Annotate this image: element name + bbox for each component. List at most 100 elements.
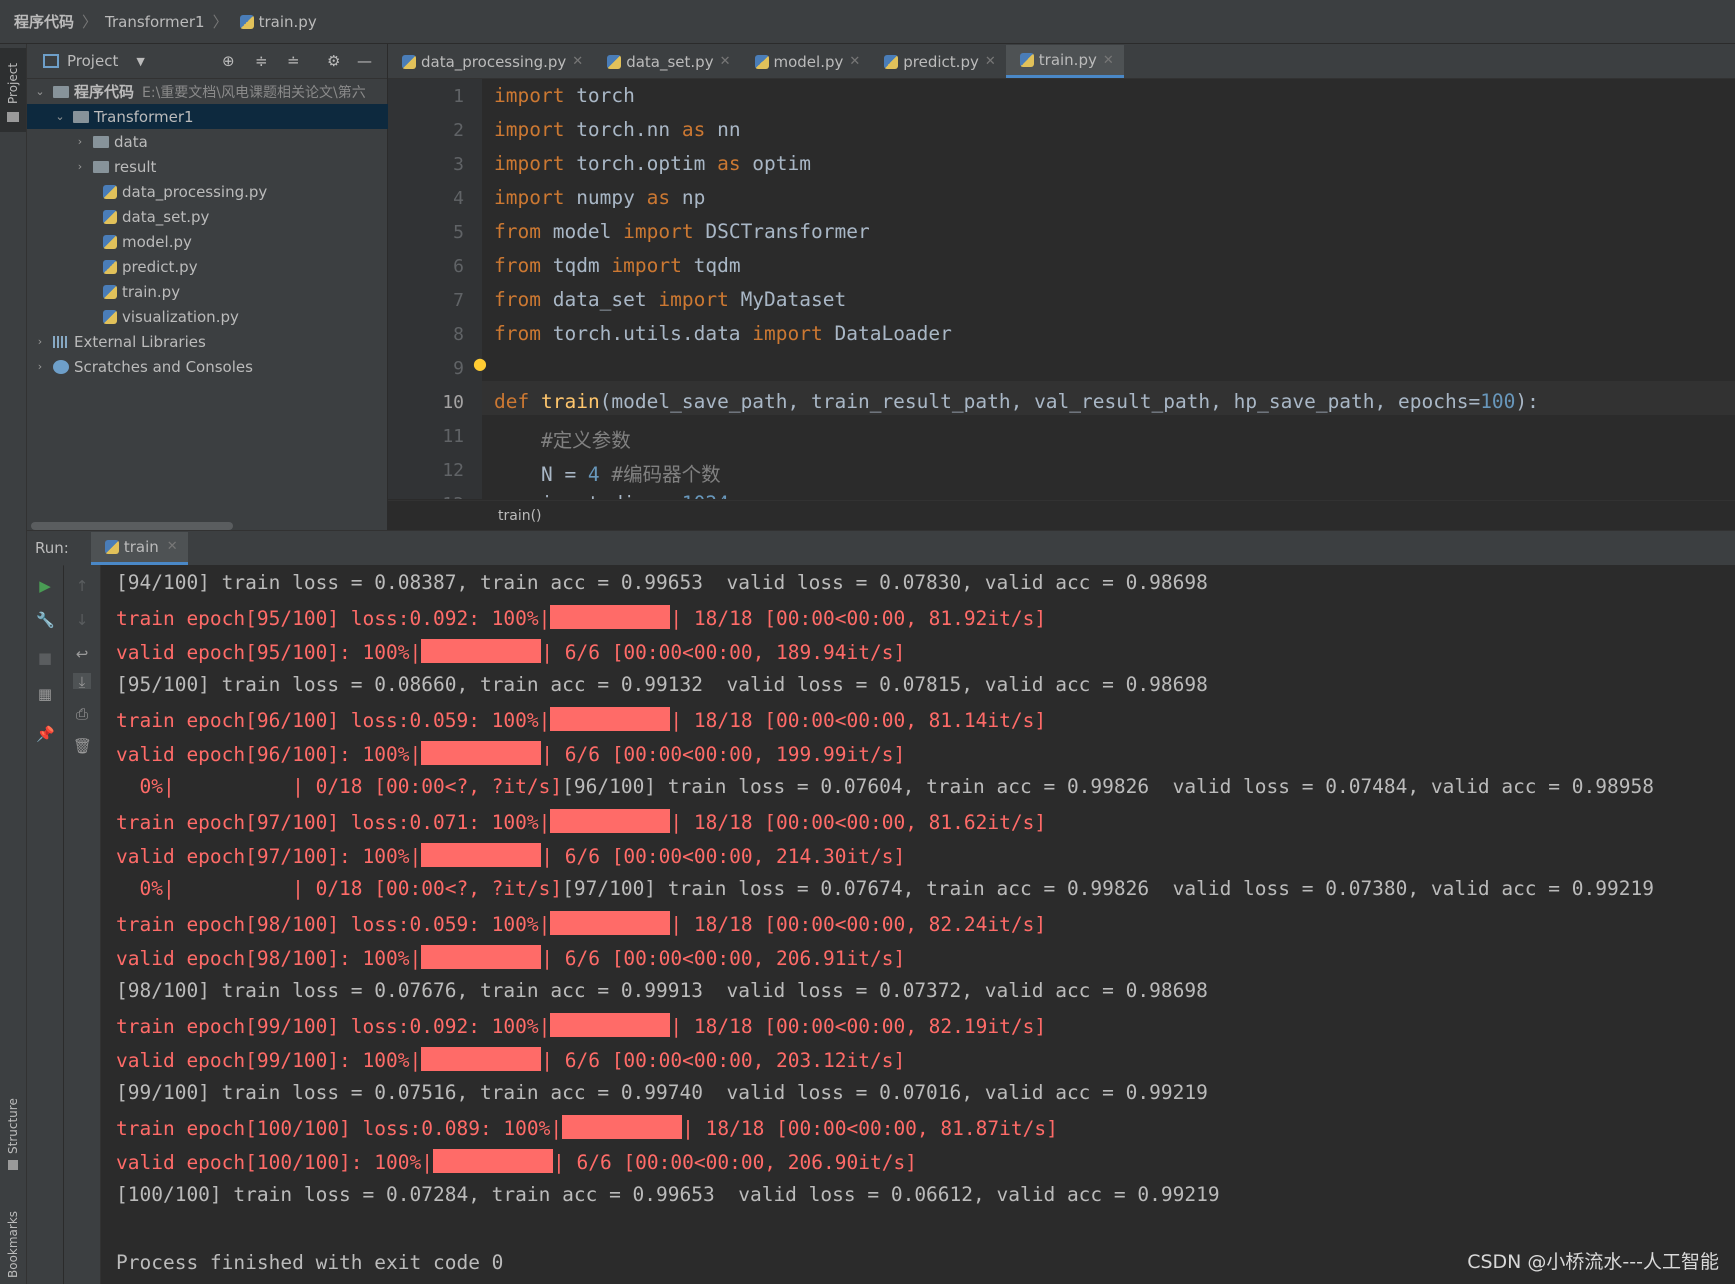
console-line: valid epoch[97/100]: 100%| | 6/6 [00:00<0… — [116, 843, 905, 868]
tree-item-scratches[interactable]: › Scratches and Consoles — [27, 354, 393, 379]
run-panel-header: Run: train ✕ — [27, 530, 1735, 566]
locate-icon[interactable]: ⊕ — [222, 52, 235, 70]
tree-item-root[interactable]: ⌄ 程序代码 E:\重要文档\风电课题相关论文\第六 — [27, 79, 393, 104]
stop-icon[interactable]: ■ — [36, 649, 54, 667]
chevron-right-icon[interactable]: › — [73, 160, 87, 173]
tab-label: model.py — [773, 52, 844, 71]
function-breadcrumb[interactable]: train() — [498, 508, 542, 524]
tree-item-transformer1[interactable]: ⌄ Transformer1 — [27, 104, 413, 129]
console-line: [98/100] train loss = 0.07676, train acc… — [116, 979, 1208, 1002]
progress-label: train epoch[100/100] loss:0.089: 100%| — [116, 1117, 563, 1140]
tree-item-data[interactable]: › data — [27, 129, 433, 154]
soft-wrap-icon[interactable]: ↩ — [73, 645, 91, 663]
structure-tool-button[interactable]: Structure — [0, 1094, 26, 1174]
console-line: valid epoch[100/100]: 100%| | 6/6 [00:00<… — [116, 1149, 917, 1174]
tree-item-label: data — [114, 132, 148, 151]
structure-tool-label: Structure — [6, 1098, 20, 1154]
arrow-up-icon[interactable]: ↑ — [73, 577, 91, 595]
line-number: 9 — [453, 358, 464, 379]
trash-icon[interactable]: 🗑 — [73, 737, 92, 755]
print-icon[interactable]: ⎙ — [73, 705, 91, 723]
bookmarks-tool-button[interactable]: Bookmarks — [0, 1194, 26, 1284]
python-file-icon — [607, 54, 622, 69]
python-file-icon — [239, 14, 254, 29]
console-line: train epoch[97/100] loss:0.071: 100%| | 1… — [116, 809, 1046, 834]
close-icon[interactable]: ✕ — [849, 54, 860, 69]
chevron-right-icon[interactable]: › — [73, 135, 87, 148]
console-line: train epoch[95/100] loss:0.092: 100%| | 1… — [116, 605, 1046, 630]
run-label: Run: — [35, 539, 69, 557]
left-tool-stripe: Project Structure Bookmarks — [0, 44, 27, 1284]
tree-item-label: External Libraries — [74, 332, 206, 351]
collapse-all-icon[interactable]: ≐ — [287, 52, 300, 70]
editor-breadcrumb: train() — [388, 500, 1735, 531]
tab-model[interactable]: model.py ✕ — [741, 45, 871, 78]
close-icon[interactable]: ✕ — [720, 54, 731, 69]
run-tab-train[interactable]: train ✕ — [90, 531, 188, 565]
tab-train[interactable]: train.py ✕ — [1005, 45, 1124, 78]
rerun-icon[interactable]: ▶ — [36, 577, 54, 595]
breadcrumb-project[interactable]: Transformer1 — [105, 13, 205, 31]
progress-bar — [550, 605, 671, 629]
console-line: [100/100] train loss = 0.07284, train ac… — [116, 1183, 1220, 1206]
project-view-selector[interactable]: Project — [67, 52, 118, 70]
horizontal-scrollbar[interactable] — [31, 522, 233, 530]
chevron-right-icon[interactable]: › — [33, 335, 47, 348]
progress-bar — [432, 1149, 553, 1173]
progress-label: train epoch[97/100] loss:0.071: 100%| — [116, 811, 551, 834]
code-editor[interactable]: 1 2 3 4 5 6 7 8 9 10 11 12 13 ● import t… — [388, 79, 1735, 499]
tree-item-external-libraries[interactable]: › External Libraries — [27, 329, 393, 354]
tree-item-label: Scratches and Consoles — [74, 357, 253, 376]
lightbulb-icon[interactable]: ● — [473, 354, 487, 373]
tree-item-label: data_set.py — [122, 207, 210, 226]
progress-stats: | 6/6 [00:00<00:00, 189.94it/s] — [541, 641, 906, 664]
console-line: valid epoch[95/100]: 100%| | 6/6 [00:00<0… — [116, 639, 905, 664]
console-line: [94/100] train loss = 0.08387, train acc… — [116, 571, 1208, 594]
chevron-down-icon[interactable]: ⌄ — [53, 110, 67, 123]
tree-item-label: predict.py — [122, 257, 198, 276]
tree-item-label: train.py — [122, 282, 181, 301]
chevron-right-icon: 〉 — [212, 13, 228, 31]
chevron-down-icon[interactable]: ▼ — [136, 55, 144, 68]
breadcrumb-root[interactable]: 程序代码 — [14, 11, 74, 32]
code-line: from tqdm import tqdm — [494, 254, 741, 277]
console-line: valid epoch[99/100]: 100%| | 6/6 [00:00<0… — [116, 1047, 905, 1072]
progress-label: valid epoch[96/100]: 100%| — [116, 743, 422, 766]
breadcrumb-file[interactable]: train.py — [259, 13, 317, 31]
folder-icon — [73, 110, 89, 123]
layout-icon[interactable]: ▦ — [36, 685, 54, 703]
close-icon[interactable]: ✕ — [167, 539, 178, 554]
gear-icon[interactable]: ⚙ — [327, 52, 340, 70]
project-panel: Project ▼ ⊕ ≑ ≐ ⚙ — ⌄ 程序代码 E:\重要文档\风电课题相… — [27, 44, 413, 530]
tab-data-processing[interactable]: data_processing.py ✕ — [388, 45, 593, 78]
tab-data-set[interactable]: data_set.py ✕ — [593, 45, 740, 78]
python-file-icon — [754, 54, 769, 69]
pin-icon[interactable]: 📌 — [36, 725, 55, 743]
process-exit-message: Process finished with exit code 0 — [116, 1251, 504, 1274]
progress-label: valid epoch[95/100]: 100%| — [116, 641, 422, 664]
folder-icon — [93, 135, 109, 148]
chevron-right-icon[interactable]: › — [33, 360, 47, 373]
close-icon[interactable]: ✕ — [572, 54, 583, 69]
line-number: 1 — [453, 86, 464, 107]
arrow-down-icon[interactable]: ↓ — [73, 611, 91, 629]
progress-bar — [421, 1047, 542, 1071]
tab-label: predict.py — [903, 52, 979, 71]
python-file-icon — [103, 184, 117, 199]
chevron-down-icon[interactable]: ⌄ — [33, 85, 47, 98]
close-icon[interactable]: ✕ — [1103, 53, 1114, 68]
tree-item-result[interactable]: › result — [27, 154, 433, 179]
expand-all-icon[interactable]: ≑ — [255, 52, 268, 70]
hide-panel-icon[interactable]: — — [357, 52, 372, 70]
project-tool-button[interactable]: Project — [0, 48, 26, 132]
run-toolbar-secondary: ↑ ↓ ↩ ⤓ ⎙ 🗑 — [64, 565, 101, 1284]
code-line: import torch — [494, 84, 635, 107]
line-number-gutter: 1 2 3 4 5 6 7 8 9 10 11 12 13 — [388, 79, 482, 499]
wrench-icon[interactable]: 🔧 — [36, 611, 55, 629]
tree-item-label: data_processing.py — [122, 182, 268, 201]
tab-predict[interactable]: predict.py ✕ — [870, 45, 1005, 78]
console-line: valid epoch[96/100]: 100%| | 6/6 [00:00<0… — [116, 741, 905, 766]
close-icon[interactable]: ✕ — [985, 54, 996, 69]
console-output[interactable]: [94/100] train loss = 0.08387, train acc… — [101, 565, 1735, 1284]
scroll-to-end-icon[interactable]: ⤓ — [73, 673, 91, 691]
